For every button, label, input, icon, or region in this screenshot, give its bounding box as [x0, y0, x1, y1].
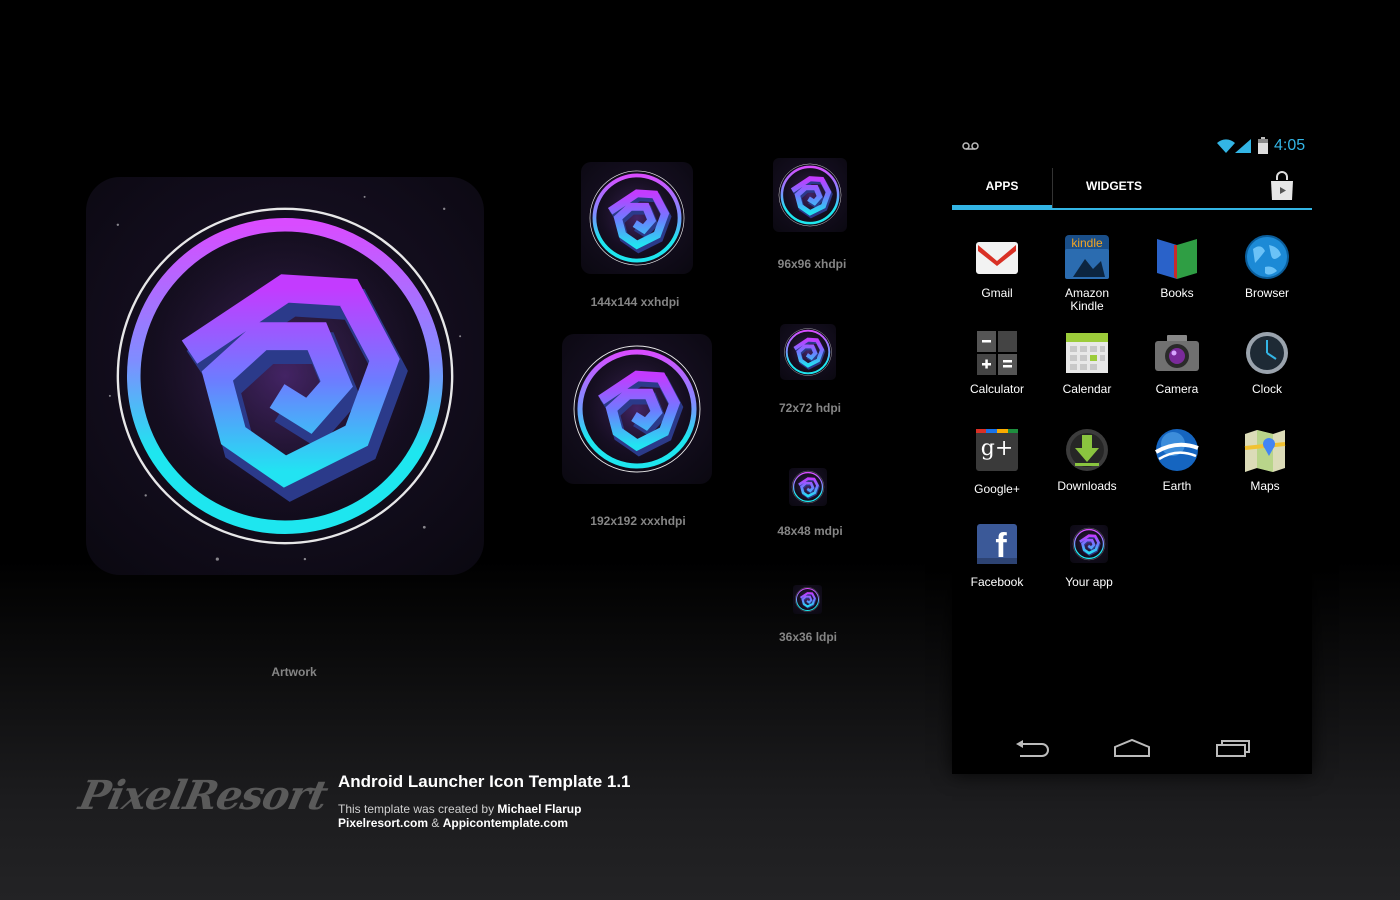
app-calculator[interactable]: Calculator [952, 329, 1042, 396]
home-button-icon[interactable] [1112, 738, 1152, 758]
preview-72-icon [780, 324, 836, 380]
facebook-icon: f [973, 522, 1021, 570]
app-facebook[interactable]: f Facebook [952, 522, 1042, 589]
navigation-bar [952, 726, 1312, 774]
app-label: Google+ [974, 482, 1020, 496]
credit-line: This template was created by Michael Fla… [338, 802, 581, 816]
credit-prefix: This template was created by [338, 802, 498, 816]
earth-icon [1153, 426, 1201, 474]
facebook-logo-text: f [995, 527, 1007, 565]
app-label: Camera [1155, 382, 1199, 396]
app-label: Browser [1244, 286, 1289, 300]
status-bar: 4:05 [952, 128, 1312, 166]
preview-192-icon [562, 334, 712, 484]
downloads-icon [1063, 426, 1111, 474]
app-drawer-tabs: APPS WIDGETS [952, 166, 1312, 210]
app-label: Facebook [970, 575, 1024, 589]
app-label: Earth [1162, 479, 1192, 493]
recent-apps-button-icon[interactable] [1214, 737, 1252, 759]
app-label: Downloads [1057, 479, 1117, 493]
preview-48-icon [789, 468, 827, 506]
wifi-icon [1217, 139, 1235, 153]
preview-144-caption: 144x144 xxhdpi [590, 295, 680, 309]
link-separator: & [428, 816, 443, 830]
app-label: Books [1160, 286, 1194, 300]
status-time: 4:05 [1274, 137, 1306, 154]
app-browser[interactable]: Browser [1222, 233, 1312, 300]
app-calendar[interactable]: Calendar [1042, 329, 1132, 396]
google-plus-icon: g+ [973, 426, 1021, 474]
battery-icon [1258, 137, 1268, 154]
books-icon [1153, 233, 1201, 281]
app-downloads[interactable]: Downloads [1042, 426, 1132, 493]
preview-192-caption: 192x192 xxxhdpi [590, 514, 686, 528]
pixelresort-link[interactable]: Pixelresort.com [338, 816, 428, 830]
play-store-bag-icon[interactable] [1268, 170, 1296, 202]
pixelresort-logo: PixelResort [75, 772, 332, 819]
preview-36-icon [793, 585, 822, 614]
spiral-app-icon [86, 177, 484, 575]
app-label: Calendar [1062, 382, 1112, 396]
links-line: Pixelresort.com & Appicontemplate.com [338, 816, 568, 830]
calculator-icon [973, 329, 1021, 377]
camera-icon [1153, 329, 1201, 377]
tab-widgets[interactable]: WIDGETS [1053, 166, 1175, 208]
author-name: Michael Flarup [497, 802, 582, 816]
gmail-icon [973, 233, 1021, 281]
appicontemplate-link[interactable]: Appicontemplate.com [443, 816, 568, 830]
android-phone-screen: 4:05 APPS WIDGETS Gmail kindle Amazon Ki… [952, 128, 1312, 774]
preview-48-caption: 48x48 mdpi [777, 524, 843, 538]
artwork-icon-preview [86, 177, 484, 575]
app-maps[interactable]: Maps [1220, 426, 1310, 493]
your-app-icon [1065, 522, 1113, 570]
preview-36-caption: 36x36 ldpi [778, 630, 838, 644]
voicemail-icon [962, 142, 979, 150]
app-earth[interactable]: Earth [1132, 426, 1222, 493]
app-clock[interactable]: Clock [1222, 329, 1312, 396]
app-camera[interactable]: Camera [1132, 329, 1222, 396]
preview-72-caption: 72x72 hdpi [778, 401, 842, 415]
app-gmail[interactable]: Gmail [952, 233, 1042, 300]
browser-globe-icon [1243, 233, 1291, 281]
app-your-app[interactable]: Your app [1044, 522, 1134, 589]
back-button-icon[interactable] [1014, 738, 1050, 760]
app-amazon-kindle[interactable]: kindle Amazon Kindle [1042, 233, 1132, 313]
app-label: Amazon Kindle [1064, 286, 1110, 313]
preview-144-icon [581, 162, 693, 274]
preview-96-icon [773, 158, 847, 232]
app-label: Calculator [969, 382, 1025, 396]
app-books[interactable]: Books [1132, 233, 1222, 300]
artwork-caption: Artwork [271, 665, 317, 679]
tab-apps[interactable]: APPS [952, 166, 1052, 210]
app-label: Your app [1065, 575, 1113, 589]
maps-icon [1241, 426, 1289, 474]
signal-icon [1235, 139, 1251, 153]
kindle-icon: kindle [1063, 233, 1111, 281]
kindle-logo-text: kindle [1071, 236, 1103, 250]
google-plus-logo-text: g+ [980, 436, 1014, 461]
template-title: Android Launcher Icon Template 1.1 [338, 772, 631, 791]
calendar-icon [1063, 329, 1111, 377]
app-label: Gmail [981, 286, 1013, 300]
app-label: Clock [1251, 382, 1282, 396]
app-label: Maps [1250, 479, 1280, 493]
clock-icon [1243, 329, 1291, 377]
app-google-plus[interactable]: g+ Google+ [952, 426, 1042, 496]
preview-96-caption: 96x96 xhdpi [777, 257, 847, 271]
